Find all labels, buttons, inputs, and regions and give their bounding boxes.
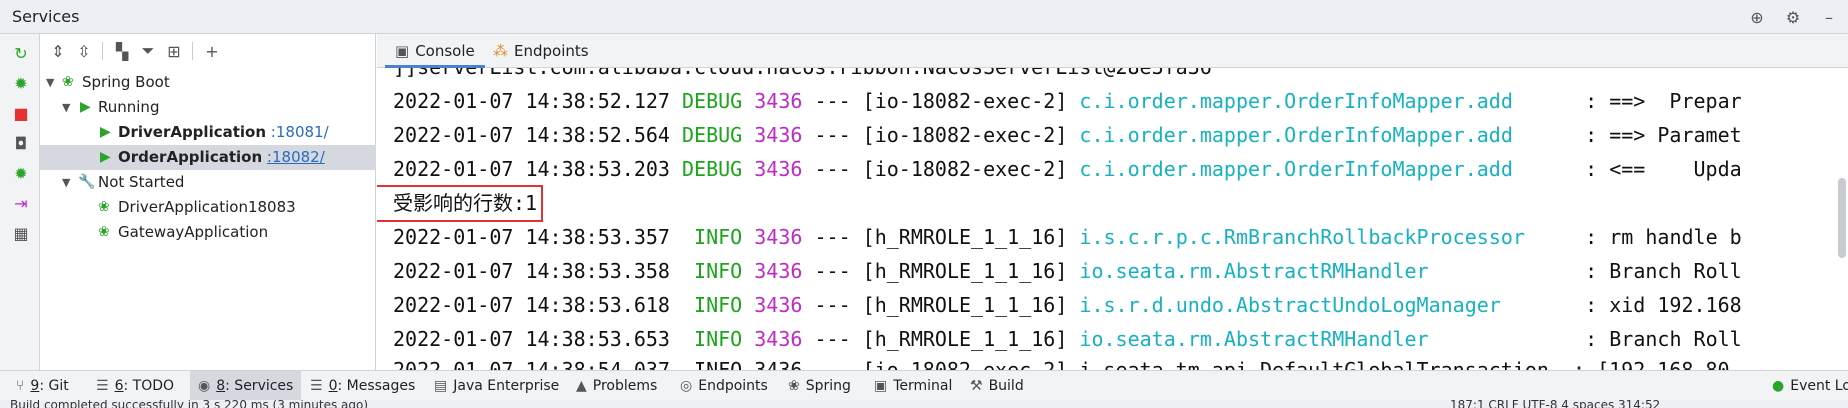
tool-window-bar: ⑂ 9: Git ☰ 6: TODO ◉ 8: Services ☰ 0: Messag… [0, 370, 1848, 401]
filter-icon[interactable]: ⏷ [136, 40, 160, 62]
log-line: ]]serverList.com.alibaba.cloud.nacos.rib… [393, 68, 1212, 84]
tool-event-log[interactable]: ● Event Lo [1772, 371, 1848, 401]
log-line: 2022-01-07 14:38:53.357 INFO 3436 --- [h… [393, 225, 1742, 249]
warning-icon: ▲ [576, 378, 587, 394]
highlight-box [377, 185, 543, 222]
run-icon: ▶ [80, 99, 91, 115]
rerun-icon[interactable]: ↻ [10, 42, 32, 64]
add-icon[interactable]: + [200, 40, 224, 62]
collapse-all-icon[interactable]: ⇳ [72, 40, 96, 62]
java-enterprise-icon: ▤ [434, 378, 448, 394]
expand-all-icon[interactable]: ⇕ [46, 40, 70, 62]
gear-icon[interactable]: ⚙ [1780, 4, 1806, 30]
endpoints-icon: ⁂ [493, 42, 508, 60]
endpoints-icon: ◎ [680, 378, 693, 394]
tree-node-running[interactable]: ▼ ▶ Running [40, 95, 376, 120]
git-icon: ⑂ [16, 378, 25, 394]
log-line: 2022-01-07 14:38:52.127 DEBUG 3436 --- [… [393, 89, 1742, 113]
chevron-down-icon[interactable]: ▼ [62, 95, 70, 120]
status-bar: Build completed successfully in 3 s 220 … [0, 400, 1848, 408]
tool-terminal[interactable]: ▣ Terminal [874, 371, 952, 401]
port-link[interactable]: :18082/ [267, 148, 325, 166]
log-line: 2022-01-07 14:38:52.564 DEBUG 3436 --- [… [393, 123, 1742, 147]
wrench-icon: 🔧 [78, 174, 96, 190]
spring-boot-icon: ❀ [98, 199, 110, 215]
tool-services[interactable]: ◉ 8: Services [190, 371, 302, 401]
hammer-icon: ⚒ [970, 378, 983, 394]
chevron-down-icon[interactable]: ▼ [62, 170, 70, 195]
spring-boot-icon: ❀ [62, 74, 74, 90]
tool-git[interactable]: ⑂ 9: Git [16, 371, 69, 401]
chevron-down-icon[interactable]: ▼ [46, 70, 54, 95]
tree-node-spring-boot[interactable]: ▼ ❀ Spring Boot [40, 70, 376, 95]
debug-icon[interactable]: ✹ [10, 72, 32, 94]
log-line: 2022-01-07 14:38:53.358 INFO 3436 --- [h… [393, 259, 1742, 283]
title-bar: Services ⊕ ⚙ – [0, 0, 1848, 34]
status-message: Build completed successfully in 3 s 220 … [10, 400, 369, 408]
tab-endpoints[interactable]: ⁂ Endpoints [483, 34, 599, 68]
minimize-icon[interactable]: – [1816, 4, 1842, 30]
console-icon: ▣ [395, 42, 410, 60]
tool-problems[interactable]: ▲ Problems [576, 371, 657, 401]
run-icon: ▶ [100, 124, 111, 140]
port-link[interactable]: :18081/ [271, 123, 329, 141]
debug-attach-icon[interactable]: ✹ [10, 162, 32, 184]
tree-item-order-application[interactable]: ▶ OrderApplication :18082/ [40, 145, 376, 170]
stop-icon[interactable]: ■ [10, 102, 32, 124]
camera-icon[interactable]: ◘ [10, 132, 32, 154]
tool-todo[interactable]: ☰ 6: TODO [96, 371, 174, 401]
group-by-icon[interactable]: ▚ [110, 40, 134, 62]
log-line: 2022-01-07 14:38:53.203 DEBUG 3436 --- [… [393, 157, 1742, 181]
tree-item-gateway-application[interactable]: ❀ GatewayApplication [40, 220, 376, 245]
tool-endpoints[interactable]: ◎ Endpoints [680, 371, 768, 401]
services-side-toolbar: ↻ ✹ ■ ◘ ✹ ⇥ ▦ [0, 34, 40, 370]
services-icon: ◉ [198, 378, 211, 394]
console-tabs: ▣ Console ⁂ Endpoints [377, 34, 1848, 68]
tree-node-not-started[interactable]: ▼ 🔧 Not Started [40, 170, 376, 195]
title-bar-actions: ⊕ ⚙ – [1744, 4, 1842, 30]
log-line: 2022-01-07 14:38:53.653 INFO 3436 --- [h… [393, 327, 1742, 351]
console-panel: ▣Console ⁂Endpoints ]]serverList.com.ali… [377, 34, 1848, 370]
tree-item-driver-application-18083[interactable]: ❀ DriverApplication18083 [40, 195, 376, 220]
tree-toolbar: ⇕ ⇳ ▚ ⏷ ⊞ + [40, 34, 375, 68]
messages-icon: ☰ [310, 378, 323, 394]
tool-build[interactable]: ⚒ Build [970, 371, 1024, 401]
layout-icon[interactable]: ▦ [10, 222, 32, 244]
status-info: 187:1 CRLF UTF-8 4 spaces 314:52 [1450, 400, 1661, 408]
console-scrollbar[interactable] [1838, 178, 1846, 258]
tool-spring[interactable]: ❀ Spring [788, 371, 851, 401]
terminal-icon: ▣ [874, 378, 888, 394]
tool-java-enterprise[interactable]: ▤ Java Enterprise [434, 371, 559, 401]
log-line: 2022-01-07 14:38:54.037 INFO 3436 --- [i… [393, 358, 1730, 370]
tree-item-driver-application[interactable]: ▶ DriverApplication :18081/ [40, 120, 376, 145]
services-tree-panel: ⇕ ⇳ ▚ ⏷ ⊞ + ▼ ❀ Spring Boot ▼ ▶ Running … [40, 34, 376, 370]
spring-icon: ❀ [788, 378, 800, 394]
login-icon[interactable]: ⇥ [10, 192, 32, 214]
new-group-icon[interactable]: ⊞ [162, 40, 186, 62]
crosshair-icon[interactable]: ⊕ [1744, 4, 1770, 30]
tab-console[interactable]: ▣ Console [385, 34, 485, 68]
spring-boot-icon: ❀ [98, 224, 110, 240]
tool-messages[interactable]: ☰ 0: Messages [310, 371, 415, 401]
console-output[interactable]: ]]serverList.com.alibaba.cloud.nacos.rib… [377, 68, 1848, 370]
event-log-icon: ● [1772, 378, 1785, 394]
run-icon: ▶ [100, 149, 111, 165]
log-line: 2022-01-07 14:38:53.618 INFO 3436 --- [h… [393, 293, 1742, 317]
list-icon: ☰ [96, 378, 109, 394]
window-title: Services [12, 7, 80, 26]
